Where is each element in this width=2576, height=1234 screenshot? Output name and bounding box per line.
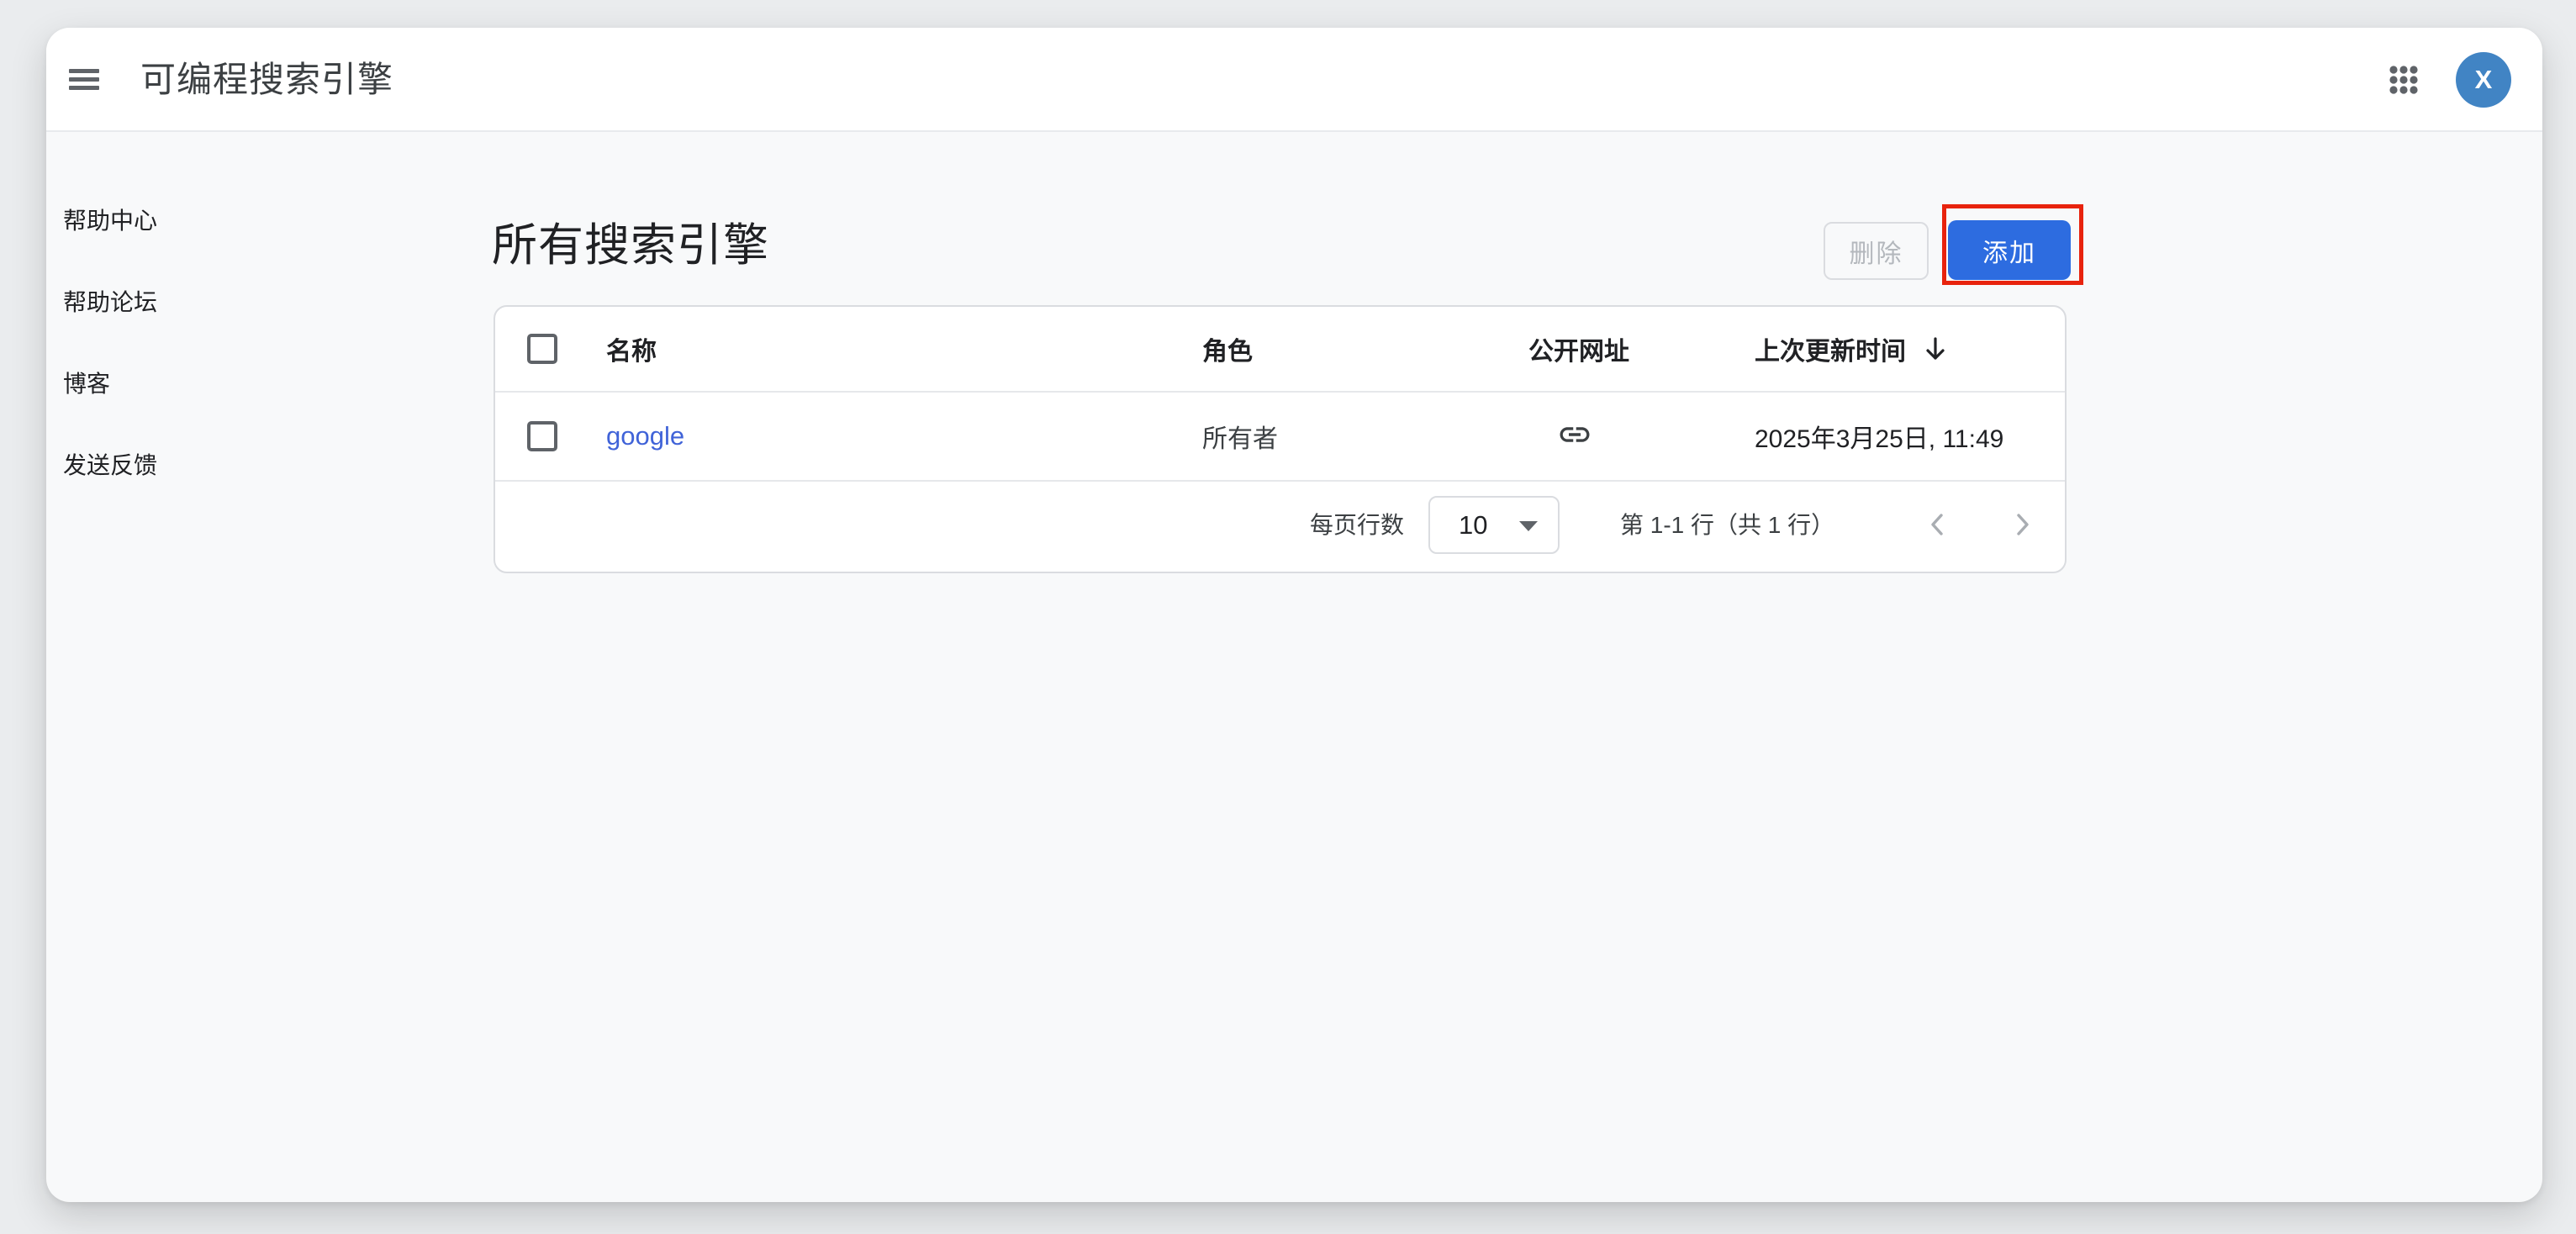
pagination-range-label: 第 1-1 行（共 1 行） [1620, 482, 1834, 568]
sidebar-item-send-feedback[interactable]: 发送反馈 [63, 447, 157, 481]
apps-grid-icon[interactable] [2389, 66, 2418, 94]
select-all-checkbox[interactable] [527, 334, 557, 364]
menu-bar [69, 77, 99, 82]
menu-bar [69, 86, 99, 90]
sidebar-item-blog[interactable]: 博客 [63, 366, 110, 399]
add-button[interactable]: 添加 [1948, 220, 2071, 280]
app-bar: 可编程搜索引擎 X [46, 28, 2542, 132]
engine-role: 所有者 [1202, 425, 1278, 453]
avatar[interactable]: X [2456, 52, 2511, 108]
sidebar-item-help-center[interactable]: 帮助中心 [63, 203, 157, 236]
previous-page-icon[interactable] [1921, 508, 1955, 541]
menu-icon[interactable] [69, 69, 99, 91]
dropdown-caret-icon [1519, 521, 1538, 531]
table-row: google 所有者 2025年3月25日, 11:49 [495, 393, 2065, 482]
column-header-public-url: 公开网址 [1528, 330, 1755, 367]
rows-per-page-label: 每页行数 [1310, 482, 1404, 568]
search-engines-table: 名称 角色 公开网址 上次更新时间 google 所有者 [494, 305, 2067, 573]
column-header-name: 名称 [606, 330, 1202, 367]
delete-button[interactable]: 删除 [1824, 222, 1929, 280]
page-title: 所有搜索引擎 [492, 208, 769, 274]
column-header-last-updated[interactable]: 上次更新时间 [1755, 330, 2065, 367]
column-header-last-updated-label: 上次更新时间 [1755, 330, 1906, 367]
app-window: 可编程搜索引擎 X 帮助中心 帮助论坛 博客 发送反馈 所有搜索引擎 删除 添加… [46, 28, 2542, 1202]
table-header-row: 名称 角色 公开网址 上次更新时间 [495, 307, 2065, 393]
rows-per-page-select[interactable]: 10 [1428, 496, 1560, 554]
avatar-letter: X [2475, 65, 2493, 95]
sort-descending-icon [1921, 335, 1950, 363]
link-icon[interactable] [1557, 417, 1592, 452]
rows-per-page-value: 10 [1459, 510, 1487, 541]
last-updated-value: 2025年3月25日, 11:49 [1755, 418, 2067, 455]
column-header-role: 角色 [1202, 330, 1528, 367]
table-footer: 每页行数 10 第 1-1 行（共 1 行） [495, 482, 2065, 568]
sidebar-item-help-forum[interactable]: 帮助论坛 [63, 284, 157, 318]
menu-bar [69, 69, 99, 73]
app-title: 可编程搜索引擎 [140, 28, 393, 132]
engine-name-link[interactable]: google [606, 421, 684, 451]
next-page-icon[interactable] [2005, 508, 2039, 541]
row-checkbox[interactable] [527, 421, 557, 451]
